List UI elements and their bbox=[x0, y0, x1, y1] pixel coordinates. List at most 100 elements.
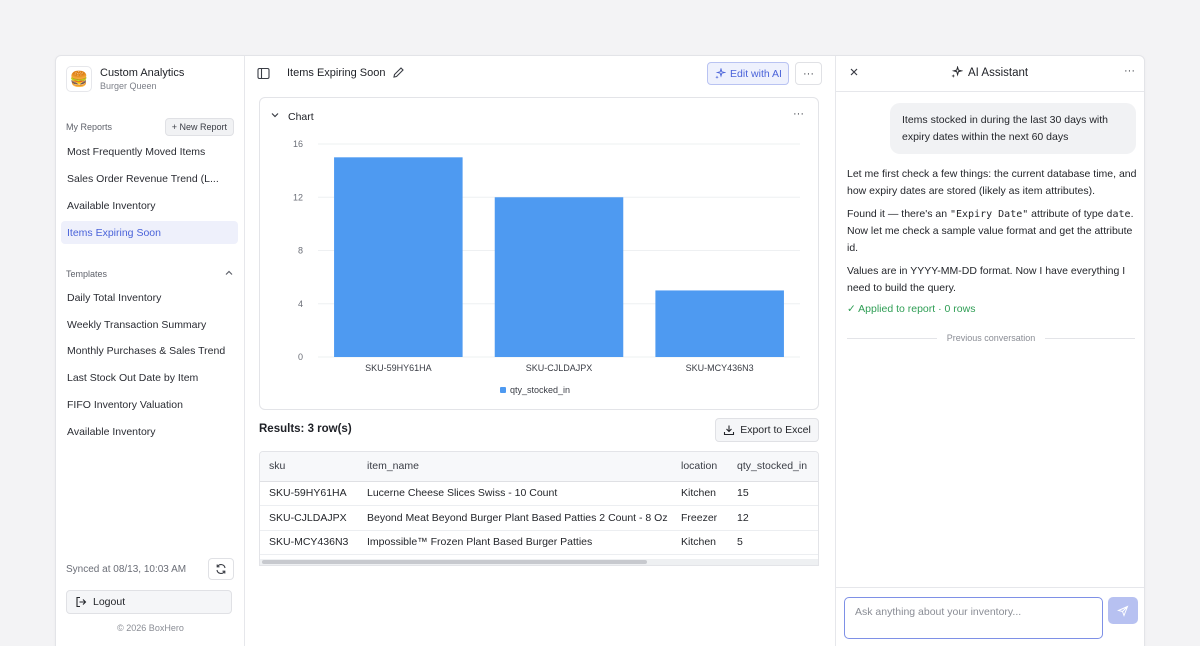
new-report-button[interactable]: + New Report bbox=[164, 118, 234, 136]
ai-chat-input[interactable] bbox=[844, 597, 1103, 639]
my-reports-label: My Reports bbox=[66, 122, 113, 132]
bar bbox=[494, 197, 624, 357]
table-row: SKU-CJLDAJPX Beyond Meat Beyond Burger P… bbox=[260, 505, 818, 531]
x-tick-label: SKU-59HY61HA bbox=[365, 363, 432, 373]
column-header-item-name[interactable]: item_name bbox=[358, 452, 672, 482]
cell-sku: SKU-MCY436N3 bbox=[260, 530, 358, 555]
legend-label: qty_stocked_in bbox=[510, 385, 570, 395]
burger-logo-icon: 🍔 bbox=[66, 66, 92, 92]
y-tick-label: 4 bbox=[298, 299, 303, 309]
horizontal-scrollbar[interactable] bbox=[260, 559, 818, 565]
logout-label: Logout bbox=[93, 596, 126, 608]
column-header-location[interactable]: location bbox=[672, 452, 728, 482]
legend-swatch bbox=[500, 387, 506, 393]
applied-status: ✓ Applied to report · 0 rows bbox=[847, 303, 976, 315]
cell-item-name: Beyond Meat Beyond Burger Plant Based Pa… bbox=[358, 505, 672, 531]
scrollbar-thumb[interactable] bbox=[262, 560, 647, 564]
column-header-qty[interactable]: qty_stocked_in bbox=[728, 452, 818, 482]
cell-qty: 5 bbox=[728, 530, 818, 555]
report-toolbar: Items Expiring Soon Edit with AI ··· bbox=[245, 56, 835, 92]
cell-qty: 12 bbox=[728, 505, 818, 531]
copyright: © 2026 BoxHero bbox=[117, 623, 184, 633]
edit-with-ai-label: Edit with AI bbox=[730, 67, 782, 80]
table-header-row: sku item_name location qty_stocked_in bbox=[260, 452, 818, 482]
ai-assistant-panel: AI Assistant ··· Items stocked in during… bbox=[835, 56, 1144, 646]
code-span: "Expiry Date" bbox=[949, 209, 1029, 220]
code-span: date bbox=[1106, 209, 1131, 220]
templates-label: Templates bbox=[66, 269, 108, 279]
edit-with-ai-button[interactable]: Edit with AI bbox=[707, 62, 789, 85]
ai-panel-title: AI Assistant bbox=[950, 66, 1028, 79]
cell-item-name: Lucerne Cheese Slices Swiss - 10 Count bbox=[358, 481, 672, 506]
sidebar-item-report-active[interactable]: Items Expiring Soon bbox=[61, 221, 238, 244]
sidebar: 🍔 Custom Analytics Burger Queen My Repor… bbox=[56, 56, 245, 646]
sidebar-item-report[interactable]: Most Frequently Moved Items bbox=[61, 140, 238, 163]
column-header-sku[interactable]: sku bbox=[260, 452, 358, 482]
sidebar-item-template[interactable]: Daily Total Inventory bbox=[61, 286, 238, 309]
cell-location: Kitchen bbox=[672, 481, 728, 506]
assistant-message: Found it — there's an "Expiry Date" attr… bbox=[847, 206, 1137, 257]
cell-location: Kitchen bbox=[672, 530, 728, 555]
pencil-icon[interactable] bbox=[392, 66, 405, 82]
send-icon bbox=[1117, 605, 1129, 617]
send-button[interactable] bbox=[1108, 597, 1138, 624]
brand-subtitle: Burger Queen bbox=[100, 81, 157, 91]
report-title: Items Expiring Soon bbox=[287, 67, 386, 79]
sidebar-item-template[interactable]: Monthly Purchases & Sales Trend bbox=[61, 339, 238, 362]
cell-item-name: Impossible™ Frozen Plant Based Burger Pa… bbox=[358, 530, 672, 555]
sidebar-item-template[interactable]: Weekly Transaction Summary bbox=[61, 313, 238, 336]
brand-title: Custom Analytics bbox=[100, 67, 185, 79]
brand: 🍔 Custom Analytics Burger Queen bbox=[66, 66, 184, 92]
sidebar-toggle-icon[interactable] bbox=[257, 67, 270, 83]
y-tick-label: 12 bbox=[293, 192, 303, 202]
results-count: Results: 3 row(s) bbox=[259, 423, 352, 435]
close-icon[interactable] bbox=[848, 66, 860, 81]
previous-conversation-label: Previous conversation bbox=[946, 333, 1036, 343]
sidebar-item-report[interactable]: Sales Order Revenue Trend (L... bbox=[61, 167, 238, 190]
sidebar-item-report[interactable]: Available Inventory bbox=[61, 194, 238, 217]
y-tick-label: 8 bbox=[298, 246, 303, 256]
assistant-text: attribute of type bbox=[1028, 208, 1107, 220]
sidebar-item-template[interactable]: Available Inventory bbox=[61, 420, 238, 443]
sidebar-item-template[interactable]: FIFO Inventory Valuation bbox=[61, 393, 238, 416]
main-content: Items Expiring Soon Edit with AI ··· Cha… bbox=[245, 56, 835, 646]
logout-button[interactable]: Logout bbox=[66, 590, 232, 614]
y-tick-label: 0 bbox=[298, 352, 303, 362]
sync-status: Synced at 08/13, 10:03 AM bbox=[66, 558, 234, 580]
cell-sku: SKU-CJLDAJPX bbox=[260, 505, 358, 531]
cell-qty: 15 bbox=[728, 481, 818, 506]
export-label: Export to Excel bbox=[740, 424, 811, 436]
results-table: sku item_name location qty_stocked_in SK… bbox=[259, 451, 819, 566]
assistant-text: Found it — there's an bbox=[847, 208, 950, 220]
ai-panel-header: AI Assistant ··· bbox=[836, 56, 1144, 92]
download-icon bbox=[724, 425, 735, 436]
x-tick-label: SKU-CJLDAJPX bbox=[526, 363, 593, 373]
cell-sku: SKU-59HY61HA bbox=[260, 481, 358, 506]
refresh-button[interactable] bbox=[208, 558, 234, 580]
more-options-button[interactable]: ··· bbox=[795, 62, 822, 85]
sync-text: Synced at 08/13, 10:03 AM bbox=[66, 563, 187, 575]
my-reports-header: My Reports + New Report bbox=[66, 118, 234, 136]
bar bbox=[334, 157, 463, 357]
chevron-up-icon[interactable] bbox=[224, 268, 234, 280]
assistant-message: Values are in YYYY-MM-DD format. Now I h… bbox=[847, 265, 1126, 294]
sparkles-icon bbox=[951, 66, 963, 78]
user-message: Items stocked in during the last 30 days… bbox=[890, 103, 1136, 154]
sidebar-item-template[interactable]: Last Stock Out Date by Item bbox=[61, 366, 238, 389]
y-tick-label: 16 bbox=[293, 139, 303, 149]
cell-location: Freezer bbox=[672, 505, 728, 531]
table-row: SKU-59HY61HA Lucerne Cheese Slices Swiss… bbox=[260, 481, 818, 506]
x-tick-label: SKU-MCY436N3 bbox=[686, 363, 754, 373]
bar-chart: 0 4 8 12 16 SKU-59HY61HA SKU-CJLDAJPX SKU-MCY43… bbox=[293, 139, 800, 395]
ai-input-area bbox=[836, 587, 1144, 646]
previous-conversation-divider[interactable]: Previous conversation bbox=[847, 333, 1136, 343]
chart-card: Chart ··· 0 4 8 12 16 SKU-59HY61HA SKU-CJLDAJP… bbox=[259, 97, 819, 410]
bar bbox=[655, 290, 784, 357]
templates-header[interactable]: Templates bbox=[66, 268, 234, 280]
refresh-icon bbox=[216, 564, 226, 574]
sparkles-icon bbox=[715, 67, 727, 79]
assistant-message: Let me first check a few things: the cur… bbox=[847, 168, 1137, 197]
ai-more-button[interactable]: ··· bbox=[1124, 65, 1135, 77]
export-to-excel-button[interactable]: Export to Excel bbox=[715, 418, 819, 442]
app-window: 🍔 Custom Analytics Burger Queen My Repor… bbox=[55, 55, 1145, 646]
